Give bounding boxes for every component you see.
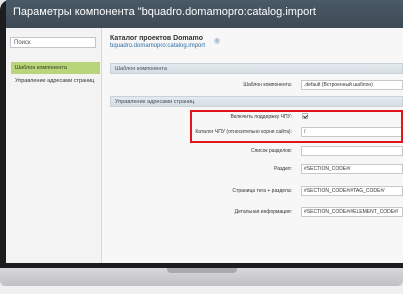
row-detail: Детальная информация: #SECTION_CODE#/#EL… bbox=[110, 207, 403, 218]
row-tag-page: Страница тега + раздела: #SECTION_CODE#/… bbox=[110, 186, 403, 197]
row-sef-folder: Каталог ЧПУ (относительно корня сайта): … bbox=[110, 127, 403, 138]
tag-page-label: Страница тега + раздела: bbox=[232, 188, 292, 194]
section-label: Раздел: bbox=[274, 166, 292, 172]
info-icon[interactable]: i bbox=[214, 38, 220, 44]
sections-list-input[interactable] bbox=[301, 146, 403, 156]
sef-folder-label: Каталог ЧПУ (относительно корня сайта): bbox=[195, 129, 292, 135]
component-title: Каталог проектов Domamo bbox=[110, 35, 204, 42]
detail-label: Детальная информация: bbox=[234, 209, 292, 215]
search-input[interactable]: Поиск bbox=[10, 37, 96, 48]
laptop-notch bbox=[167, 268, 237, 273]
sidebar: Поиск Шаблон компонента Управление адрес… bbox=[6, 28, 102, 263]
sef-label: Включить поддержку ЧПУ: bbox=[230, 114, 292, 120]
sef-checkbox[interactable] bbox=[302, 113, 308, 119]
laptop-frame: Параметры компонента "bquadro.domamopro:… bbox=[0, 0, 403, 294]
section-template-header: Шаблон компонента bbox=[110, 63, 403, 74]
row-template: Шаблон компонента: .default (Встроенный … bbox=[110, 80, 403, 91]
dialog-title: Параметры компонента "bquadro.domamopro:… bbox=[13, 6, 316, 18]
tag-page-input[interactable]: #SECTION_CODE#/#TAG_CODE#/ bbox=[301, 186, 403, 196]
sef-folder-input[interactable]: / bbox=[301, 127, 403, 137]
dialog-window: Параметры компонента "bquadro.domamopro:… bbox=[6, 0, 403, 263]
sidebar-item-template[interactable]: Шаблон компонента bbox=[11, 62, 100, 74]
template-select[interactable]: .default (Встроенный шаблон) bbox=[301, 80, 403, 90]
component-code: bquadro.domamopro:catalog.import bbox=[110, 43, 206, 49]
row-sef: Включить поддержку ЧПУ: bbox=[110, 112, 403, 123]
template-label: Шаблон компонента: bbox=[243, 82, 292, 88]
dialog-titlebar[interactable]: Параметры компонента "bquadro.domamopro:… bbox=[6, 0, 403, 28]
section-urls-header: Управление адресами страниц bbox=[110, 96, 403, 107]
detail-input[interactable]: #SECTION_CODE#/#ELEMENT_CODE#/ bbox=[301, 207, 403, 217]
row-section: Раздел: #SECTION_CODE#/ bbox=[110, 164, 403, 175]
sidebar-item-url-management[interactable]: Управление адресами страниц bbox=[11, 75, 100, 87]
sections-list-label: Список разделов: bbox=[250, 148, 292, 154]
main-panel: Каталог проектов Domamo bquadro.domamopr… bbox=[102, 28, 403, 263]
row-sections-list: Список разделов: bbox=[110, 146, 403, 157]
page-background bbox=[0, 286, 403, 294]
section-input[interactable]: #SECTION_CODE#/ bbox=[301, 164, 403, 174]
